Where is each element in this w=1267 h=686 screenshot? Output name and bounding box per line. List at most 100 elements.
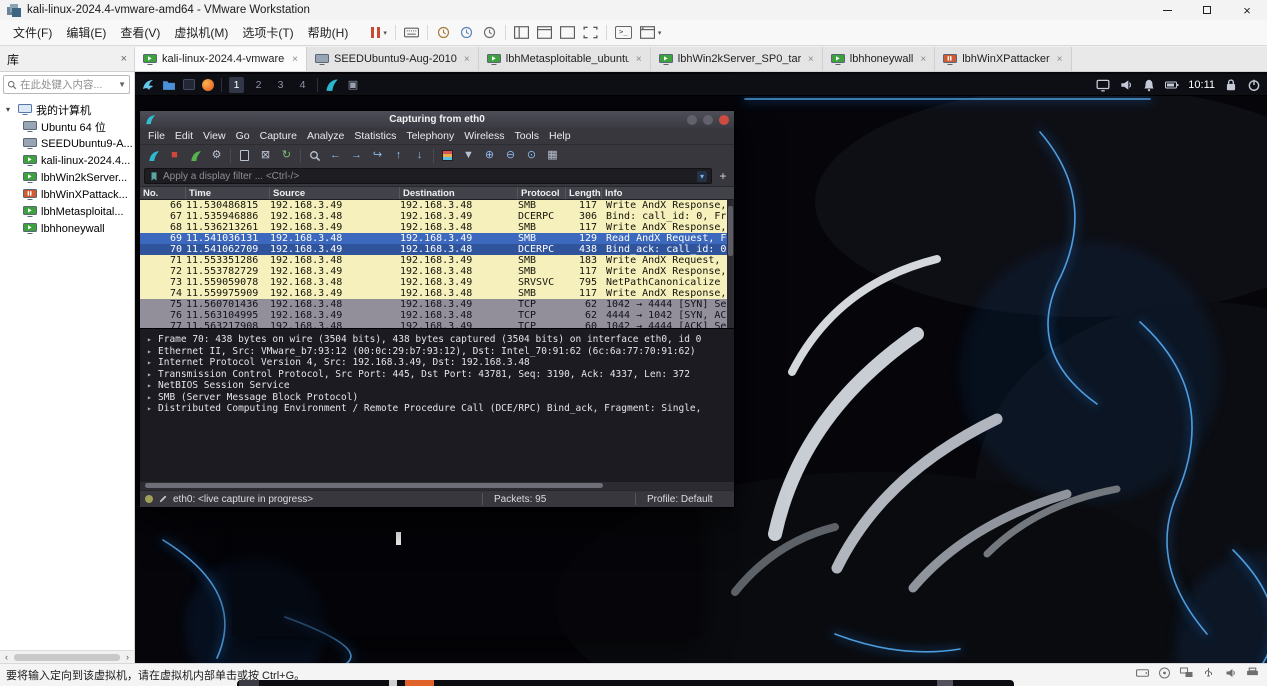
packet-row[interactable]: 71 11.553351286 192.168.3.48 192.168.3.49 SM…	[140, 255, 734, 266]
tab-close-icon[interactable]: ×	[292, 54, 298, 65]
filter-add-button[interactable]: +	[716, 169, 730, 183]
packet-row[interactable]: 70 11.541062709 192.168.3.49 192.168.3.48 DC…	[140, 244, 734, 255]
wireshark-menu-statistics[interactable]: Statistics	[349, 130, 401, 142]
packet-row[interactable]: 67 11.535946886 192.168.3.48 192.168.3.49 DC…	[140, 211, 734, 222]
capture-options-icon[interactable]: ⚙	[209, 148, 224, 163]
library-search[interactable]: ▼	[3, 75, 130, 94]
column-header-protocol[interactable]: Protocol	[518, 187, 566, 199]
vm-tree-item[interactable]: lbhWinXPattack...	[0, 186, 134, 203]
vm-tree-item[interactable]: lbhMetasploital...	[0, 203, 134, 220]
battery-icon[interactable]	[1165, 78, 1179, 92]
workspace-2[interactable]: 2	[251, 77, 266, 93]
packet-list-vscrollbar[interactable]	[727, 200, 734, 328]
wireshark-menu-file[interactable]: File	[143, 130, 170, 142]
last-packet-icon[interactable]: ↓	[412, 148, 427, 163]
go-to-packet-icon[interactable]: ↪	[370, 148, 385, 163]
wireshark-menu-help[interactable]: Help	[544, 130, 576, 142]
column-header-length[interactable]: Length	[566, 187, 602, 199]
pause-icon[interactable]	[371, 27, 381, 38]
vm-tab[interactable]: lbhMetasploitable_ubuntu ×	[478, 47, 651, 71]
packet-row[interactable]: 69 11.541036131 192.168.3.48 192.168.3.49 SM…	[140, 233, 734, 244]
search-dropdown-icon[interactable]: ▼	[118, 80, 126, 89]
wireshark-icon[interactable]	[325, 78, 339, 92]
go-forward-icon[interactable]: →	[349, 148, 364, 163]
capture-window-icon[interactable]	[639, 26, 655, 39]
packet-row[interactable]: 75 11.560701436 192.168.3.48 192.168.3.49 TC…	[140, 299, 734, 310]
vm-tree-item[interactable]: kali-linux-2024.4...	[0, 152, 134, 169]
vm-tab[interactable]: SEEDUbuntu9-Aug-2010 ×	[307, 47, 479, 71]
library-close-icon[interactable]: ×	[121, 53, 127, 65]
sidebar-hscrollbar[interactable]: ‹ ›	[0, 650, 134, 663]
start-capture-icon[interactable]	[146, 148, 161, 163]
thumbnail-bar-icon[interactable]	[536, 26, 552, 39]
wireshark-menu-view[interactable]: View	[198, 130, 231, 142]
filter-bookmark-icon[interactable]	[149, 171, 159, 182]
wireshark-menu-edit[interactable]: Edit	[170, 130, 198, 142]
expander-icon[interactable]: ▾	[6, 105, 14, 114]
scroll-left-icon[interactable]: ‹	[0, 652, 13, 662]
zoom-out-icon[interactable]: ⊖	[503, 148, 518, 163]
packet-detail-line[interactable]: ▸ Distributed Computing Environment / Rem…	[147, 403, 734, 415]
packet-detail-line[interactable]: ▸ Frame 70: 438 bytes on wire (3504 bits)…	[147, 334, 734, 346]
tab-close-icon[interactable]: ×	[920, 54, 926, 65]
vm-tab[interactable]: lbhWinXPattacker ×	[935, 47, 1072, 71]
expand-arrow-icon[interactable]: ▸	[147, 392, 154, 404]
usb-icon[interactable]	[1202, 667, 1215, 679]
wireshark-minimize-button[interactable]	[687, 114, 697, 125]
harddisk-icon[interactable]	[1136, 667, 1149, 679]
vm-tree-item[interactable]: SEEDUbuntu9-A...	[0, 135, 134, 152]
network-icon[interactable]	[1180, 667, 1193, 679]
minimize-button[interactable]	[1147, 0, 1187, 20]
scrollbar-thumb[interactable]	[145, 483, 603, 488]
wireshark-menu-analyze[interactable]: Analyze	[302, 130, 349, 142]
zoom-in-icon[interactable]: ⊕	[482, 148, 497, 163]
wireshark-menu-wireless[interactable]: Wireless	[459, 130, 509, 142]
tab-close-icon[interactable]: ×	[1057, 54, 1063, 65]
expand-arrow-icon[interactable]: ▸	[147, 403, 154, 415]
vm-display[interactable]: 1 2 3 4 ▣ 10:11 Capturing from eth0 File Edit V…	[135, 72, 1267, 663]
packet-row[interactable]: 77 11.563217908 192.168.3.48 192.168.3.49 TC…	[140, 321, 734, 328]
volume-icon[interactable]	[1119, 78, 1133, 92]
close-file-icon[interactable]: ⊠	[258, 148, 273, 163]
kali-menu-icon[interactable]	[141, 78, 155, 92]
wireshark-titlebar[interactable]: Capturing from eth0	[140, 111, 734, 128]
zoom-reset-icon[interactable]: ⊙	[524, 148, 539, 163]
wireshark-menu-telephony[interactable]: Telephony	[401, 130, 459, 142]
packet-detail-line[interactable]: ▸ SMB (Server Message Block Protocol)	[147, 392, 734, 404]
reload-icon[interactable]: ↻	[279, 148, 294, 163]
scrollbar-thumb[interactable]	[14, 653, 120, 661]
restart-capture-icon[interactable]	[188, 148, 203, 163]
show-desktop-icon[interactable]: ▣	[346, 78, 360, 92]
vmware-menu-view[interactable]: 查看(V)	[113, 24, 167, 41]
packet-row[interactable]: 72 11.553782729 192.168.3.49 192.168.3.48 SM…	[140, 266, 734, 277]
pause-dropdown-icon[interactable]: ▾	[383, 29, 387, 37]
wireshark-maximize-button[interactable]	[703, 114, 713, 125]
expand-arrow-icon[interactable]: ▸	[147, 369, 154, 381]
library-toggle-icon[interactable]	[513, 26, 529, 39]
vmware-menu-vm[interactable]: 虚拟机(M)	[167, 24, 235, 41]
close-button[interactable]: ×	[1227, 0, 1267, 20]
wireshark-menu-capture[interactable]: Capture	[255, 130, 302, 142]
power-icon[interactable]	[1247, 78, 1261, 92]
scrollbar-thumb[interactable]	[728, 206, 733, 256]
snapshot-manager-icon[interactable]	[482, 26, 497, 39]
vm-tree-item[interactable]: Ubuntu 64 位	[0, 118, 134, 135]
console-view-icon[interactable]	[559, 26, 575, 39]
open-file-icon[interactable]	[237, 148, 252, 163]
packet-row[interactable]: 76 11.563104995 192.168.3.49 192.168.3.48 TC…	[140, 310, 734, 321]
packet-detail-line[interactable]: ▸ Transmission Control Protocol, Src Port…	[147, 369, 734, 381]
packet-row[interactable]: 66 11.530486815 192.168.3.49 192.168.3.48 SM…	[140, 200, 734, 211]
display-filter-field[interactable]: ▾	[144, 168, 712, 184]
column-header-source[interactable]: Source	[270, 187, 400, 199]
vmware-menu-tab[interactable]: 选项卡(T)	[235, 24, 300, 41]
vm-tab[interactable]: lbhWin2kServer_SP0_target ×	[650, 47, 823, 71]
expand-arrow-icon[interactable]: ▸	[147, 334, 154, 346]
sound-icon[interactable]	[1224, 667, 1237, 679]
wireshark-close-button[interactable]	[719, 114, 729, 125]
packet-row[interactable]: 74 11.559975909 192.168.3.49 192.168.3.48 SM…	[140, 288, 734, 299]
lock-icon[interactable]	[1224, 78, 1238, 92]
packet-row[interactable]: 68 11.536213261 192.168.3.49 192.168.3.48 SM…	[140, 222, 734, 233]
packet-detail-line[interactable]: ▸ NetBIOS Session Service	[147, 380, 734, 392]
expand-arrow-icon[interactable]: ▸	[147, 346, 154, 358]
vm-tree-item[interactable]: lbhWin2kServer...	[0, 169, 134, 186]
